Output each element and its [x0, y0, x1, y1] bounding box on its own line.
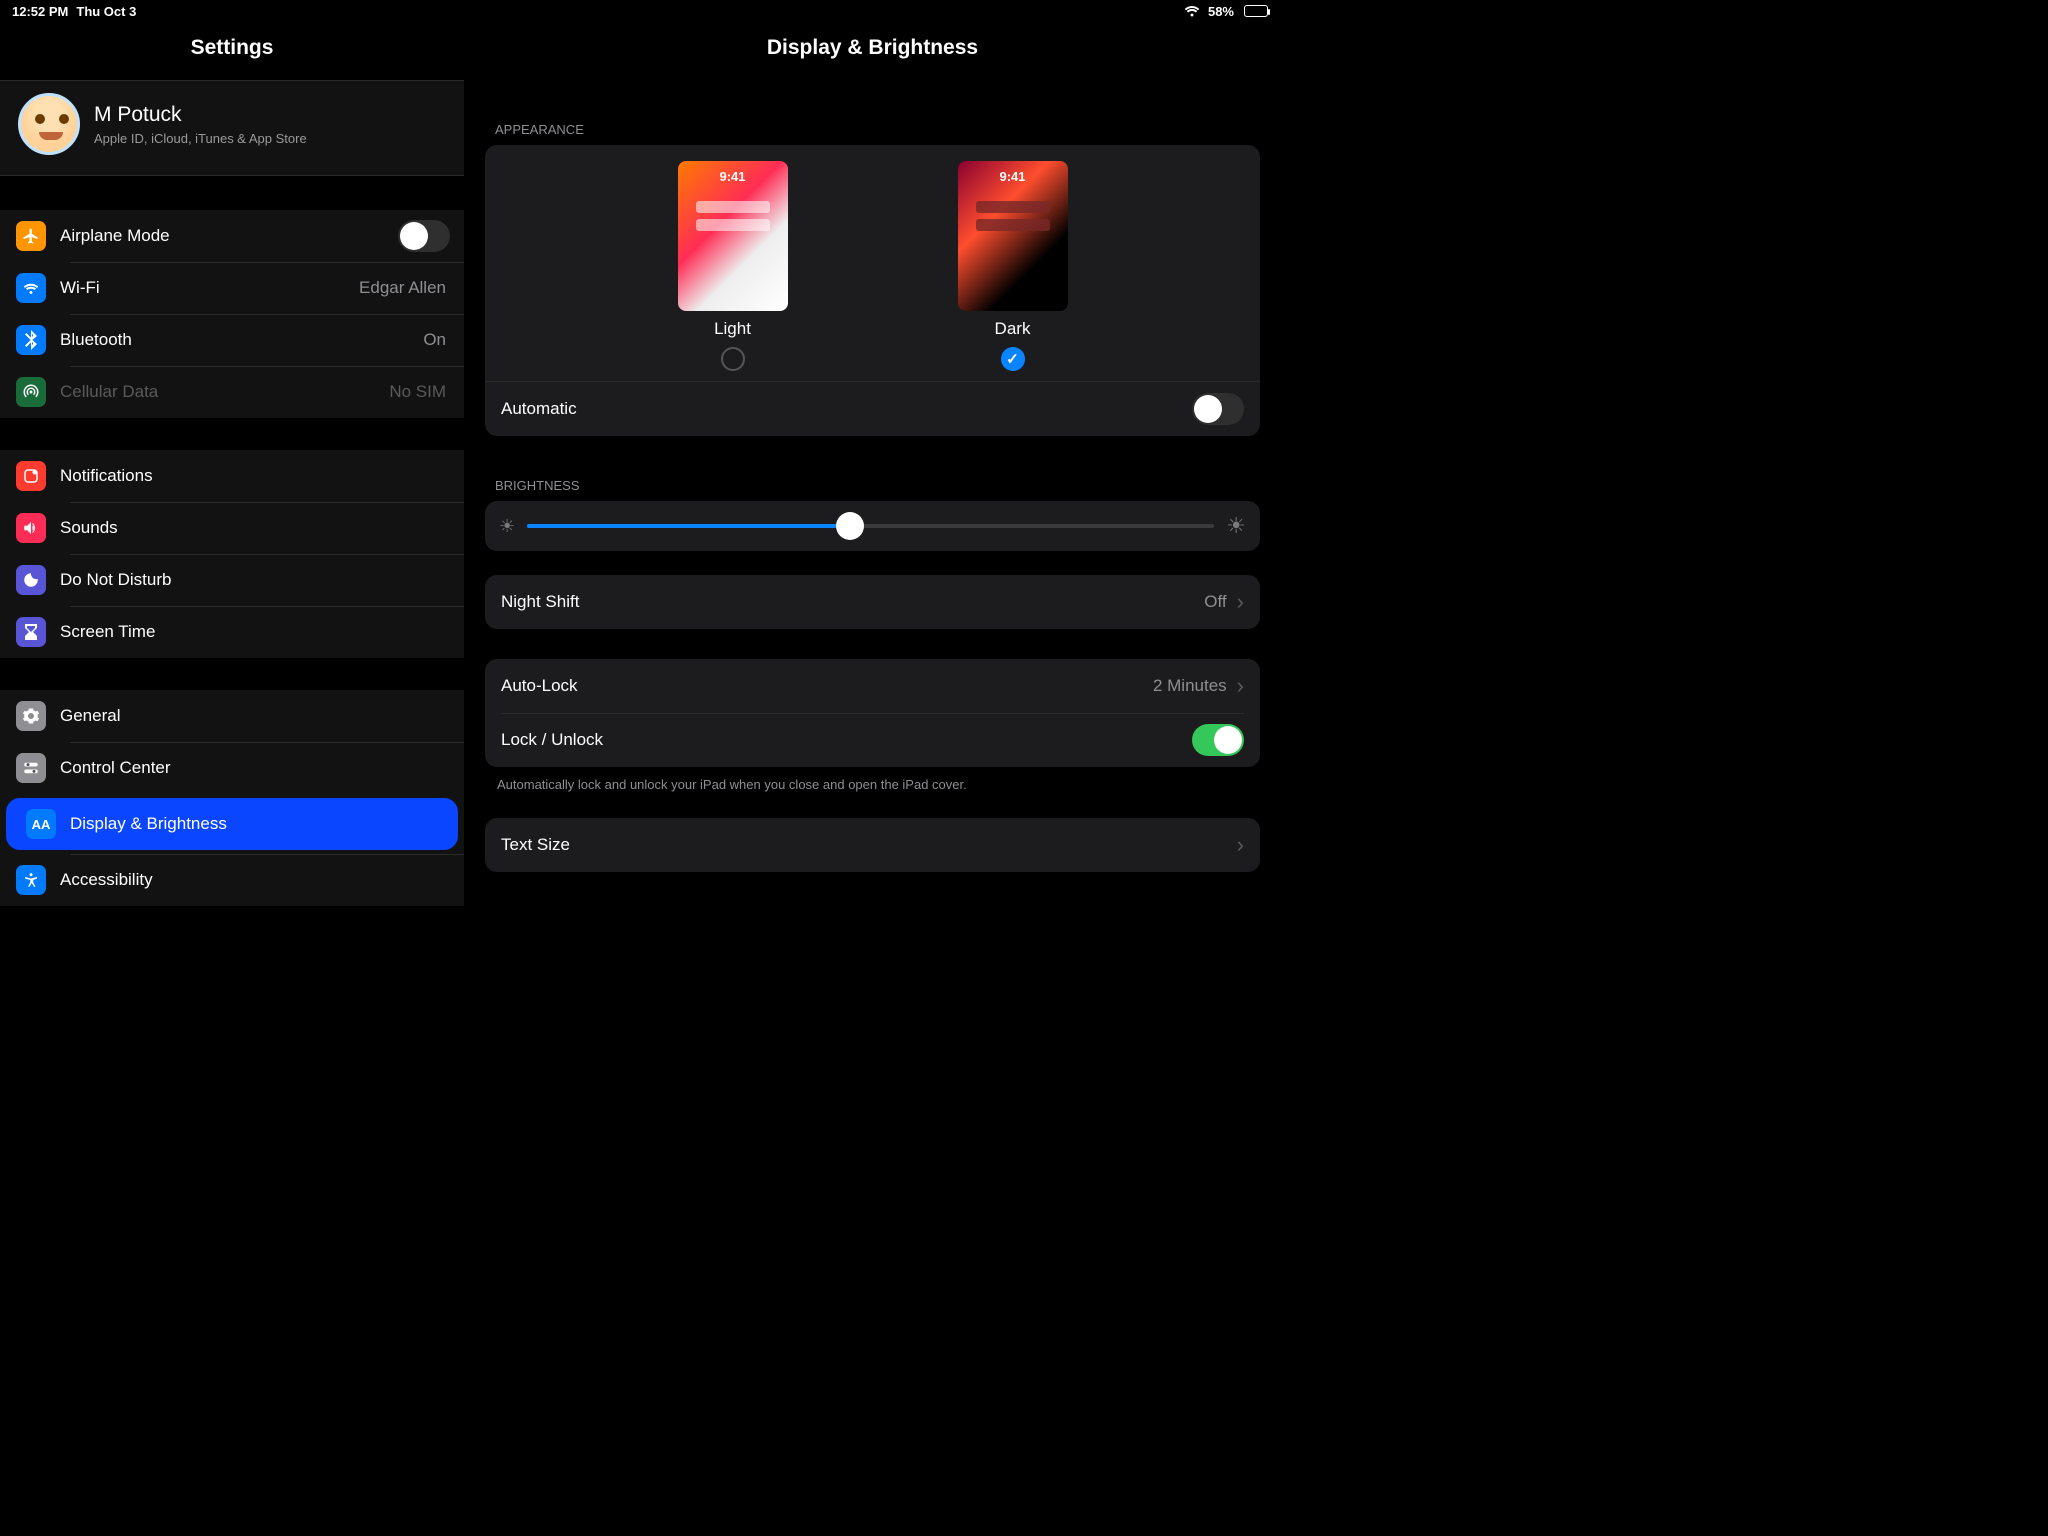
- appearance-dark[interactable]: 9:41 Dark: [958, 161, 1068, 371]
- sidebar-item-airplane[interactable]: Airplane Mode: [0, 210, 464, 262]
- sidebar-item-sounds[interactable]: Sounds: [0, 502, 464, 554]
- airplane-icon: [16, 221, 46, 251]
- control-center-icon: [16, 753, 46, 783]
- sidebar-item-wifi[interactable]: Wi-Fi Edgar Allen: [0, 262, 464, 314]
- auto-lock-row[interactable]: Auto-Lock 2 Minutes ›: [485, 659, 1260, 713]
- wifi-value: Edgar Allen: [359, 278, 446, 298]
- auto-lock-value: 2 Minutes: [1153, 676, 1227, 696]
- status-bar: 12:52 PM Thu Oct 3 58%: [0, 0, 1280, 22]
- wifi-icon: [1184, 5, 1200, 17]
- cellular-icon: [16, 377, 46, 407]
- dnd-icon: [16, 565, 46, 595]
- label: General: [60, 706, 450, 726]
- brightness-card: ☀ ☀: [485, 501, 1260, 551]
- sidebar-item-notifications[interactable]: Notifications: [0, 450, 464, 502]
- sun-small-icon: ☀: [499, 516, 515, 537]
- chevron-right-icon: ›: [1237, 832, 1244, 858]
- bluetooth-value: On: [423, 330, 446, 350]
- brightness-section-label: Brightness: [485, 436, 1260, 501]
- label: Cellular Data: [60, 382, 389, 402]
- battery-icon: [1242, 5, 1268, 17]
- label: Wi-Fi: [60, 278, 359, 298]
- light-radio[interactable]: [721, 347, 745, 371]
- wifi-icon: [16, 273, 46, 303]
- status-time: 12:52 PM: [12, 4, 68, 19]
- night-shift-row[interactable]: Night Shift Off ›: [485, 575, 1260, 629]
- label: Display & Brightness: [70, 814, 440, 834]
- dark-preview: 9:41: [958, 161, 1068, 311]
- cellular-value: No SIM: [389, 382, 446, 402]
- lock-unlock-toggle[interactable]: [1192, 724, 1244, 756]
- label: Notifications: [60, 466, 450, 486]
- general-icon: [16, 701, 46, 731]
- lock-unlock-footer: Automatically lock and unlock your iPad …: [485, 767, 1260, 792]
- sidebar-item-accessibility[interactable]: Accessibility: [0, 854, 464, 906]
- light-label: Light: [714, 319, 751, 339]
- light-preview: 9:41: [678, 161, 788, 311]
- dark-radio[interactable]: [1001, 347, 1025, 371]
- text-size-row[interactable]: Text Size ›: [485, 818, 1260, 872]
- apple-id-row[interactable]: M Potuck Apple ID, iCloud, iTunes & App …: [0, 80, 464, 176]
- bluetooth-icon: [16, 325, 46, 355]
- display-icon: AA: [26, 809, 56, 839]
- account-name: M Potuck: [94, 103, 307, 127]
- account-sub: Apple ID, iCloud, iTunes & App Store: [94, 131, 307, 146]
- settings-sidebar: Settings M Potuck Apple ID, iCloud, iTun…: [0, 22, 465, 960]
- airplane-toggle[interactable]: [398, 220, 450, 252]
- sidebar-item-bluetooth[interactable]: Bluetooth On: [0, 314, 464, 366]
- label: Control Center: [60, 758, 450, 778]
- night-shift-value: Off: [1204, 592, 1226, 612]
- sidebar-item-cellular[interactable]: Cellular Data No SIM: [0, 366, 464, 418]
- dark-label: Dark: [995, 319, 1031, 339]
- label: Sounds: [60, 518, 450, 538]
- avatar: [18, 93, 80, 155]
- sun-large-icon: ☀: [1226, 513, 1246, 539]
- sidebar-item-control-center[interactable]: Control Center: [0, 742, 464, 794]
- sounds-icon: [16, 513, 46, 543]
- appearance-card: 9:41 Light 9:41 Dark Automatic: [485, 145, 1260, 436]
- lock-unlock-row[interactable]: Lock / Unlock: [485, 713, 1260, 767]
- label: Bluetooth: [60, 330, 423, 350]
- sidebar-title: Settings: [0, 22, 464, 80]
- label: Screen Time: [60, 622, 450, 642]
- chevron-right-icon: ›: [1237, 673, 1244, 699]
- automatic-row[interactable]: Automatic: [485, 382, 1260, 436]
- appearance-section-label: Appearance: [485, 80, 1260, 145]
- brightness-slider[interactable]: ☀ ☀: [485, 501, 1260, 551]
- chevron-right-icon: ›: [1237, 589, 1244, 615]
- label: Airplane Mode: [60, 226, 398, 246]
- label: Do Not Disturb: [60, 570, 450, 590]
- appearance-light[interactable]: 9:41 Light: [678, 161, 788, 371]
- automatic-toggle[interactable]: [1192, 393, 1244, 425]
- sidebar-item-display[interactable]: AA Display & Brightness: [6, 798, 458, 850]
- label: Accessibility: [60, 870, 450, 890]
- sidebar-item-dnd[interactable]: Do Not Disturb: [0, 554, 464, 606]
- accessibility-icon: [16, 865, 46, 895]
- notifications-icon: [16, 461, 46, 491]
- detail-pane: Display & Brightness Appearance 9:41 Lig…: [465, 22, 1280, 960]
- battery-percent: 58%: [1208, 4, 1234, 19]
- screentime-icon: [16, 617, 46, 647]
- status-date: Thu Oct 3: [76, 4, 136, 19]
- sidebar-item-screentime[interactable]: Screen Time: [0, 606, 464, 658]
- sidebar-item-general[interactable]: General: [0, 690, 464, 742]
- page-title: Display & Brightness: [485, 22, 1260, 80]
